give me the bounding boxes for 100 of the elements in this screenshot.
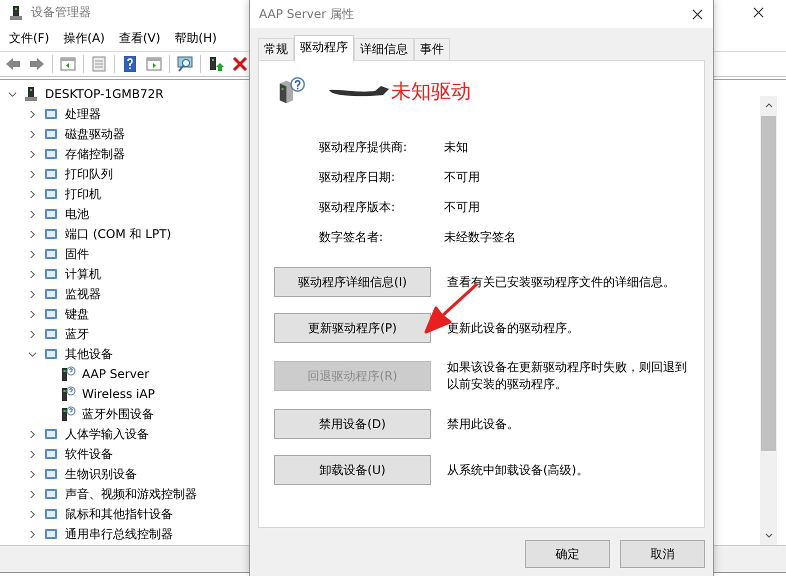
expand-chevron-icon[interactable] xyxy=(28,470,37,478)
device-icon xyxy=(43,106,59,122)
annotation-text: 未知驱动 xyxy=(391,78,471,104)
back-arrow-icon[interactable] xyxy=(4,55,22,73)
expand-chevron-icon[interactable] xyxy=(28,510,37,518)
device-icon xyxy=(43,126,59,142)
tree-item[interactable]: 其他设备 xyxy=(65,346,113,362)
update-driver-icon[interactable] xyxy=(207,55,225,73)
expand-chevron-icon[interactable] xyxy=(28,150,37,158)
tree-item[interactable]: 监视器 xyxy=(65,286,101,302)
tree-item[interactable]: 蓝牙 xyxy=(65,326,89,342)
dialog-title: AAP Server 属性 xyxy=(259,6,354,22)
tree-item[interactable]: 键盘 xyxy=(65,306,89,322)
device-icon xyxy=(43,506,59,522)
action-description: 如果该设备在更新驱动程序时失败，则回退到以前安装的驱动程序。 xyxy=(447,359,688,393)
expand-chevron-icon[interactable] xyxy=(28,530,37,538)
action-pane-icon[interactable] xyxy=(145,55,163,73)
tree-item[interactable]: 处理器 xyxy=(65,106,101,122)
tree-item[interactable]: DESKTOP-1GMB72R xyxy=(45,87,164,101)
collapse-chevron-icon[interactable] xyxy=(28,350,37,358)
console-tree-icon[interactable] xyxy=(59,55,77,73)
dialog-button[interactable]: 确定 xyxy=(525,540,610,568)
device-icon xyxy=(43,526,59,542)
properties-icon[interactable] xyxy=(90,55,108,73)
expand-chevron-icon[interactable] xyxy=(28,170,37,178)
property-value: 不可用 xyxy=(444,199,481,215)
device-icon xyxy=(43,206,59,222)
expand-chevron-icon[interactable] xyxy=(28,490,37,498)
tree-item[interactable]: 存储控制器 xyxy=(65,146,125,162)
tree-item[interactable]: 声音、视频和游戏控制器 xyxy=(65,486,197,502)
expand-chevron-icon[interactable] xyxy=(28,330,37,338)
device-icon xyxy=(43,446,59,462)
action-button[interactable]: 驱动程序详细信息(I) xyxy=(274,267,431,297)
expand-chevron-icon[interactable] xyxy=(28,290,37,298)
tree-item[interactable]: 人体学输入设备 xyxy=(65,426,149,442)
dialog-button[interactable]: 取消 xyxy=(620,540,705,568)
scan-icon[interactable] xyxy=(176,55,194,73)
device-icon xyxy=(43,246,59,262)
action-button[interactable]: 更新驱动程序(P) xyxy=(274,313,431,343)
expand-chevron-icon[interactable] xyxy=(28,430,37,438)
tree-item[interactable]: 打印机 xyxy=(65,186,101,202)
tree-item[interactable]: 软件设备 xyxy=(65,446,113,462)
menu-item[interactable]: 帮助(H) xyxy=(174,30,217,46)
unknown-device-icon xyxy=(60,386,76,402)
expand-chevron-icon[interactable] xyxy=(28,210,37,218)
collapse-chevron-icon[interactable] xyxy=(8,90,17,98)
tab[interactable]: 事件 xyxy=(414,38,450,60)
menu-item[interactable]: 查看(V) xyxy=(118,30,160,46)
expand-chevron-icon[interactable] xyxy=(28,310,37,318)
tree-item[interactable]: 生物识别设备 xyxy=(65,466,137,482)
property-label: 驱动程序版本: xyxy=(319,199,396,215)
close-icon[interactable] xyxy=(692,8,703,20)
action-button[interactable]: 卸载设备(U) xyxy=(274,455,431,485)
expand-chevron-icon[interactable] xyxy=(28,110,37,118)
device-icon xyxy=(43,426,59,442)
expand-chevron-icon[interactable] xyxy=(28,230,37,238)
close-icon[interactable] xyxy=(753,7,764,18)
uninstall-icon[interactable] xyxy=(231,55,249,73)
device-icon xyxy=(43,326,59,342)
device-icon xyxy=(43,286,59,302)
device-icon xyxy=(43,466,59,482)
tree-item[interactable]: 打印队列 xyxy=(65,166,113,182)
tree-item[interactable]: 固件 xyxy=(65,246,89,262)
device-icon xyxy=(43,146,59,162)
action-description: 禁用此设备。 xyxy=(447,416,520,432)
property-value: 未经数字签名 xyxy=(444,229,517,245)
tab[interactable]: 常规 xyxy=(258,38,294,60)
property-value: 未知 xyxy=(444,139,469,155)
device-icon xyxy=(43,226,59,242)
tree-item[interactable]: 鼠标和其他指针设备 xyxy=(65,506,173,522)
forward-arrow-icon[interactable] xyxy=(28,55,46,73)
device-icon xyxy=(43,166,59,182)
unknown-device-icon xyxy=(60,406,76,422)
tree-item[interactable]: Wireless iAP xyxy=(82,387,155,401)
tree-item[interactable]: 计算机 xyxy=(65,266,101,282)
expand-chevron-icon[interactable] xyxy=(28,270,37,278)
action-description: 更新此设备的驱动程序。 xyxy=(447,320,580,336)
tree-item[interactable]: AAP Server xyxy=(82,367,150,381)
tree-item[interactable]: 端口 (COM 和 LPT) xyxy=(65,226,172,242)
menu-item[interactable]: 文件(F) xyxy=(9,30,50,46)
menu-item[interactable]: 操作(A) xyxy=(63,30,105,46)
expand-chevron-icon[interactable] xyxy=(28,130,37,138)
tree-item[interactable]: 磁盘驱动器 xyxy=(65,126,125,142)
expand-chevron-icon[interactable] xyxy=(28,190,37,198)
property-label: 数字签名者: xyxy=(319,229,384,245)
unknown-device-icon xyxy=(277,76,307,106)
tab[interactable]: 驱动程序 xyxy=(294,35,354,61)
expand-chevron-icon[interactable] xyxy=(28,450,37,458)
computer-icon xyxy=(8,4,24,20)
scrollbar-thumb[interactable] xyxy=(761,116,776,451)
property-label: 驱动程序日期: xyxy=(319,169,396,185)
device-icon xyxy=(43,486,59,502)
tree-item[interactable]: 通用串行总线控制器 xyxy=(65,526,173,542)
help-icon[interactable] xyxy=(121,55,139,73)
tree-item[interactable]: 电池 xyxy=(65,206,89,222)
action-button[interactable]: 禁用设备(D) xyxy=(274,409,431,439)
tab[interactable]: 详细信息 xyxy=(354,38,414,60)
tree-item[interactable]: 蓝牙外围设备 xyxy=(82,406,154,422)
expand-chevron-icon[interactable] xyxy=(28,250,37,258)
device-icon xyxy=(43,186,59,202)
